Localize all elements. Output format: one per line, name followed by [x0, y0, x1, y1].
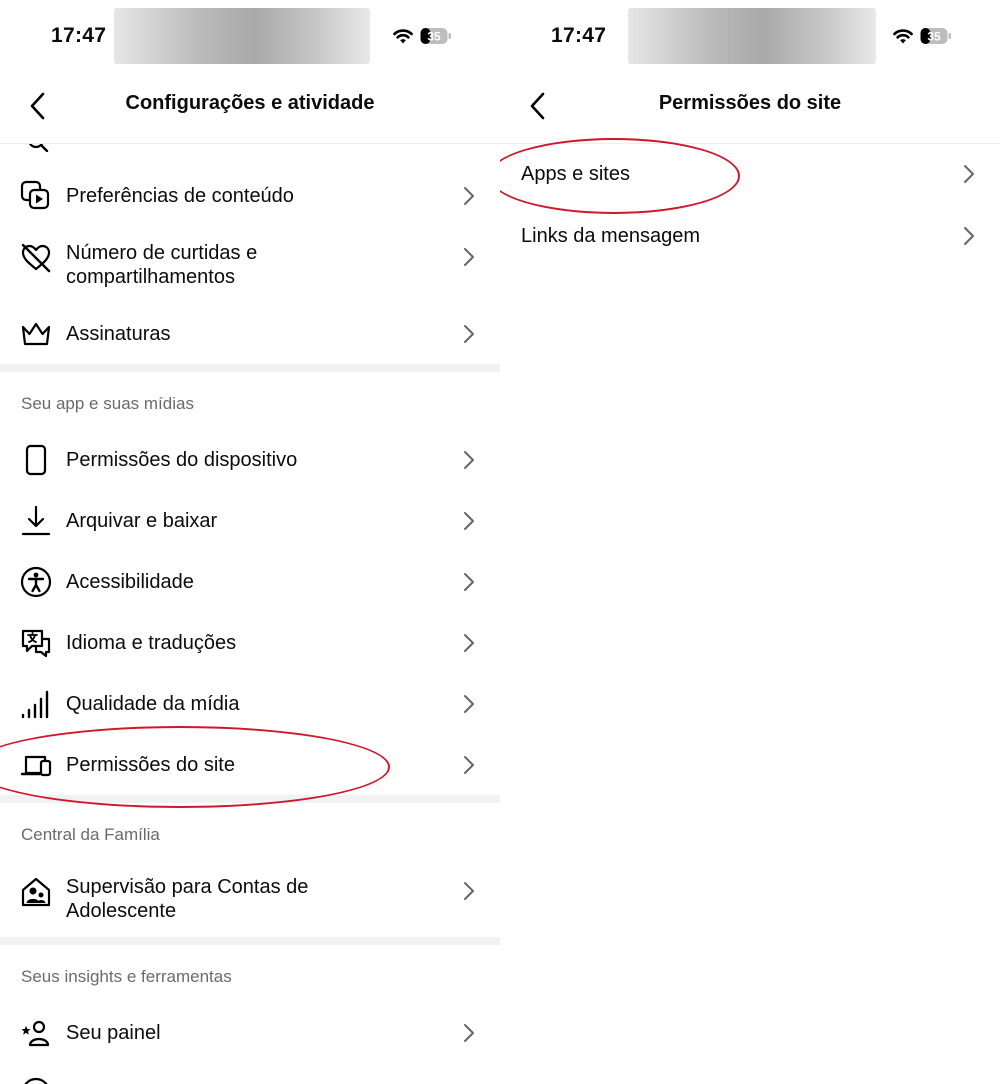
- content-preferences-icon: [20, 180, 52, 212]
- menu-item-label: Permissões do dispositivo: [66, 449, 298, 471]
- menu-item-label: Permissões do site: [66, 754, 235, 776]
- battery-icon: 35: [920, 27, 952, 45]
- wifi-icon: [392, 27, 414, 45]
- menu-item-archive-download[interactable]: Arquivar e baixar: [0, 497, 500, 545]
- chevron-right-icon: [462, 632, 476, 654]
- star-person-icon: [20, 1017, 52, 1049]
- wifi-icon: [892, 27, 914, 45]
- chevron-right-icon: [462, 510, 476, 532]
- chevron-right-icon: [462, 880, 476, 902]
- menu-item-label: Arquivar e baixar: [66, 510, 218, 532]
- section-divider: [0, 795, 500, 803]
- menu-item-device-permissions[interactable]: Permissões do dispositivo: [0, 436, 500, 484]
- blurred-region: [628, 8, 876, 64]
- search-icon: [24, 144, 52, 152]
- menu-item-accessibility[interactable]: Acessibilidade: [0, 558, 500, 606]
- menu-item-label: Qualidade da mídia: [66, 693, 240, 715]
- header: Configurações e atividade: [0, 72, 500, 144]
- battery-icon: 35: [420, 27, 452, 45]
- section-header-insights-tools: Seus insights e ferramentas: [21, 967, 232, 986]
- menu-item-your-dashboard[interactable]: Seu painel: [0, 1009, 500, 1057]
- menu-item-label: Supervisão para Contas de Adolescente: [66, 876, 309, 922]
- settings-activity-screen: 17:47 35 Configurações e atividade Prefe…: [0, 0, 500, 1084]
- menu-item-teen-supervision[interactable]: Supervisão para Contas de Adolescente: [0, 866, 500, 926]
- devices-icon: [20, 749, 52, 781]
- status-time: 17:47: [51, 24, 107, 47]
- chevron-right-icon: [462, 449, 476, 471]
- page-title: Configurações e atividade: [125, 92, 375, 114]
- chevron-right-icon: [462, 1022, 476, 1044]
- menu-item-apps-sites[interactable]: Apps e sites: [500, 150, 1000, 198]
- menu-item-label: Idioma e traduções: [66, 632, 237, 654]
- chevron-right-icon: [462, 246, 476, 268]
- accessibility-icon: [20, 566, 52, 598]
- menu-item-message-links[interactable]: Links da mensagem: [500, 212, 1000, 260]
- section-divider: [0, 364, 500, 372]
- menu-item-label: Seu painel: [66, 1022, 161, 1044]
- menu-item-label: Preferências de conteúdo: [66, 185, 294, 207]
- clock-icon: [20, 1076, 52, 1084]
- menu-item-like-counts[interactable]: Número de curtidas e compartilhamentos: [0, 232, 500, 292]
- chevron-right-icon: [462, 693, 476, 715]
- chevron-right-icon: [462, 754, 476, 776]
- header: Permissões do site: [500, 72, 1000, 144]
- menu-item-label: Links da mensagem: [521, 225, 700, 247]
- menu-item-site-permissions[interactable]: Permissões do site: [0, 741, 500, 789]
- section-header-family-center: Central da Família: [21, 825, 160, 844]
- section-header-app-media: Seu app e suas mídias: [21, 394, 194, 413]
- section-divider: [0, 937, 500, 945]
- phone-icon: [20, 444, 52, 476]
- menu-item-label: Assinaturas: [66, 323, 171, 345]
- chevron-right-icon: [962, 225, 976, 247]
- menu-item-label: Acessibilidade: [66, 571, 194, 593]
- battery-level: 35: [927, 30, 941, 44]
- chevron-right-icon: [462, 571, 476, 593]
- download-icon: [20, 505, 52, 537]
- menu-item-subscriptions[interactable]: Assinaturas: [0, 310, 500, 358]
- blurred-region: [114, 8, 370, 64]
- family-home-icon: [20, 876, 52, 908]
- menu-item-media-quality[interactable]: Qualidade da mídia: [0, 680, 500, 728]
- menu-item-label: Número de curtidas e compartilhamentos: [66, 242, 258, 288]
- crown-icon: [20, 318, 52, 350]
- status-bar: 17:47 35: [0, 0, 500, 72]
- status-time: 17:47: [551, 24, 607, 47]
- site-permissions-screen: 17:47 35 Permissões do site Apps e sites…: [500, 0, 1000, 1084]
- battery-level: 35: [427, 30, 441, 44]
- translate-icon: [20, 627, 52, 659]
- chevron-right-icon: [462, 185, 476, 207]
- menu-item-label: Apps e sites: [521, 163, 630, 185]
- chevron-right-icon: [462, 323, 476, 345]
- status-bar: 17:47 35: [500, 0, 1000, 72]
- signal-bars-icon: [20, 688, 52, 720]
- page-title: Permissões do site: [658, 92, 842, 114]
- heart-slash-icon: [20, 242, 52, 274]
- chevron-right-icon: [962, 163, 976, 185]
- menu-item-language[interactable]: Idioma e traduções: [0, 619, 500, 667]
- menu-item-content-preferences[interactable]: Preferências de conteúdo: [0, 172, 500, 220]
